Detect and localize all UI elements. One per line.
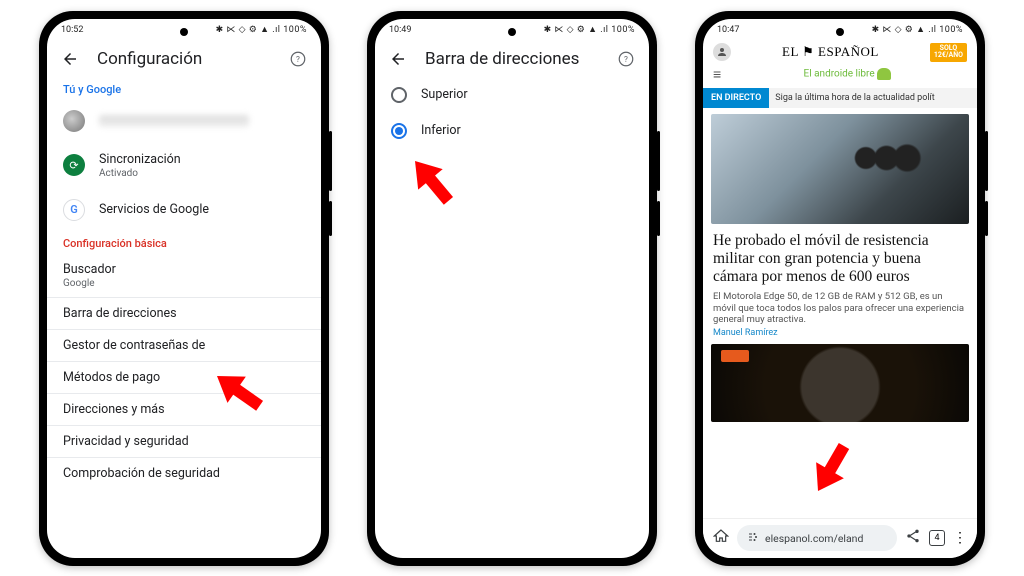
status-right: ✱ ⋉ ◇ ⚙ ▲ .ıl 100% — [216, 24, 307, 35]
article-excerpt: El Motorola Edge 50, de 12 GB de RAM y 5… — [703, 291, 977, 329]
radio-label: Superior — [421, 87, 468, 102]
page-title: Configuración — [97, 49, 202, 69]
hamburger-icon[interactable]: ≡ — [713, 66, 721, 83]
google-services-label: Servicios de Google — [99, 202, 209, 217]
radio-icon — [391, 123, 407, 139]
screen-1: 10:52 ✱ ⋉ ◇ ⚙ ▲ .ıl 100% Configuración ?… — [47, 19, 321, 558]
share-icon[interactable] — [905, 528, 921, 548]
camera-hole — [508, 28, 516, 36]
screen-2: 10:49 ✱ ⋉ ◇ ⚙ ▲ .ıl 100% Barra de direcc… — [375, 19, 649, 558]
screen-3: 10:47 ✱ ⋉ ◇ ⚙ ▲ .ıl 100% EL ⚑ ESPAÑOL SO… — [703, 19, 977, 558]
radio-label: Inferior — [421, 123, 461, 138]
setting-pago[interactable]: Métodos de pago — [47, 362, 321, 393]
article-hero-image[interactable] — [711, 114, 969, 224]
status-right: ✱ ⋉ ◇ ⚙ ▲ .ıl 100% — [544, 24, 635, 35]
site-header: EL ⚑ ESPAÑOL SOLO 12€/AÑO — [703, 39, 977, 66]
sync-row[interactable]: ⟳ Sincronización Activado — [47, 142, 321, 189]
back-icon[interactable] — [61, 50, 79, 68]
radio-superior[interactable]: Superior — [375, 77, 649, 113]
back-icon[interactable] — [389, 50, 407, 68]
article-secondary-image[interactable] — [711, 344, 969, 422]
account-name-blurred — [99, 115, 249, 127]
address-bar[interactable]: elespanol.com/eland — [737, 525, 897, 551]
setting-buscador[interactable]: Buscador Google — [47, 254, 321, 297]
android-icon — [877, 68, 891, 80]
page-title: Barra de direcciones — [425, 49, 579, 69]
setting-title: Buscador — [63, 262, 116, 277]
setting-privacidad[interactable]: Privacidad y seguridad — [47, 426, 321, 457]
site-settings-icon[interactable] — [747, 531, 759, 546]
radio-inferior[interactable]: Inferior — [375, 113, 649, 149]
home-icon[interactable] — [713, 528, 729, 548]
annotation-arrow-icon — [808, 438, 856, 497]
avatar-icon[interactable] — [713, 43, 731, 61]
camera-hole — [836, 28, 844, 36]
browser-bottom-bar: elespanol.com/eland 4 ⋮ — [703, 518, 977, 558]
phone-frame-1: 10:52 ✱ ⋉ ◇ ⚙ ▲ .ıl 100% Configuración ?… — [39, 11, 329, 566]
promo-badge[interactable]: SOLO 12€/AÑO — [930, 43, 967, 62]
status-right: ✱ ⋉ ◇ ⚙ ▲ .ıl 100% — [872, 24, 963, 35]
section-basic: Configuración básica — [47, 231, 321, 254]
article-headline[interactable]: He probado el móvil de resistencia milit… — [703, 230, 977, 291]
live-ticker[interactable]: EN DIRECTO Siga la última hora de la act… — [703, 88, 977, 108]
article-author[interactable]: Manuel Ramírez — [703, 328, 977, 342]
section-you-google: Tú y Google — [47, 77, 321, 100]
live-tag: EN DIRECTO — [703, 88, 769, 108]
menu-icon[interactable]: ⋮ — [953, 530, 967, 546]
setting-title: Gestor de contraseñas de — [63, 338, 205, 353]
setting-title: Privacidad y seguridad — [63, 434, 189, 449]
sync-icon: ⟳ — [63, 154, 85, 176]
setting-title: Direcciones y más — [63, 402, 165, 417]
setting-gestor[interactable]: Gestor de contraseñas de — [47, 330, 321, 361]
setting-title: Métodos de pago — [63, 370, 160, 385]
google-services-row[interactable]: G Servicios de Google — [47, 189, 321, 231]
live-text: Siga la última hora de la actualidad pol… — [769, 88, 977, 108]
annotation-arrow-icon — [406, 153, 459, 210]
camera-hole — [180, 28, 188, 36]
setting-direcciones[interactable]: Direcciones y más — [47, 394, 321, 425]
status-time: 10:49 — [389, 25, 411, 35]
setting-sub: Google — [63, 278, 116, 289]
svg-text:?: ? — [624, 55, 628, 65]
account-row[interactable] — [47, 100, 321, 142]
setting-comprobacion[interactable]: Comprobación de seguridad — [47, 458, 321, 489]
setting-title: Barra de direcciones — [63, 306, 177, 321]
app-bar: Configuración ? — [47, 39, 321, 77]
google-icon: G — [63, 199, 85, 221]
svg-text:?: ? — [296, 55, 300, 65]
help-icon[interactable]: ? — [617, 50, 635, 68]
status-time: 10:47 — [717, 25, 739, 35]
help-icon[interactable]: ? — [289, 50, 307, 68]
avatar-icon — [63, 110, 85, 132]
sub-brand[interactable]: El androide libre — [727, 66, 967, 84]
setting-barra-direcciones[interactable]: Barra de direcciones — [47, 298, 321, 329]
radio-icon — [391, 87, 407, 103]
setting-title: Comprobación de seguridad — [63, 466, 220, 481]
car-graphic — [721, 350, 749, 362]
site-logo[interactable]: EL ⚑ ESPAÑOL — [782, 44, 879, 60]
phone-frame-2: 10:49 ✱ ⋉ ◇ ⚙ ▲ .ıl 100% Barra de direcc… — [367, 11, 657, 566]
url-text: elespanol.com/eland — [765, 532, 863, 545]
phone-frame-3: 10:47 ✱ ⋉ ◇ ⚙ ▲ .ıl 100% EL ⚑ ESPAÑOL SO… — [695, 11, 985, 566]
tabs-icon[interactable]: 4 — [929, 530, 945, 546]
sync-sub: Activado — [99, 168, 181, 179]
status-time: 10:52 — [61, 25, 83, 35]
app-bar: Barra de direcciones ? — [375, 39, 649, 77]
sync-title: Sincronización — [99, 152, 181, 167]
